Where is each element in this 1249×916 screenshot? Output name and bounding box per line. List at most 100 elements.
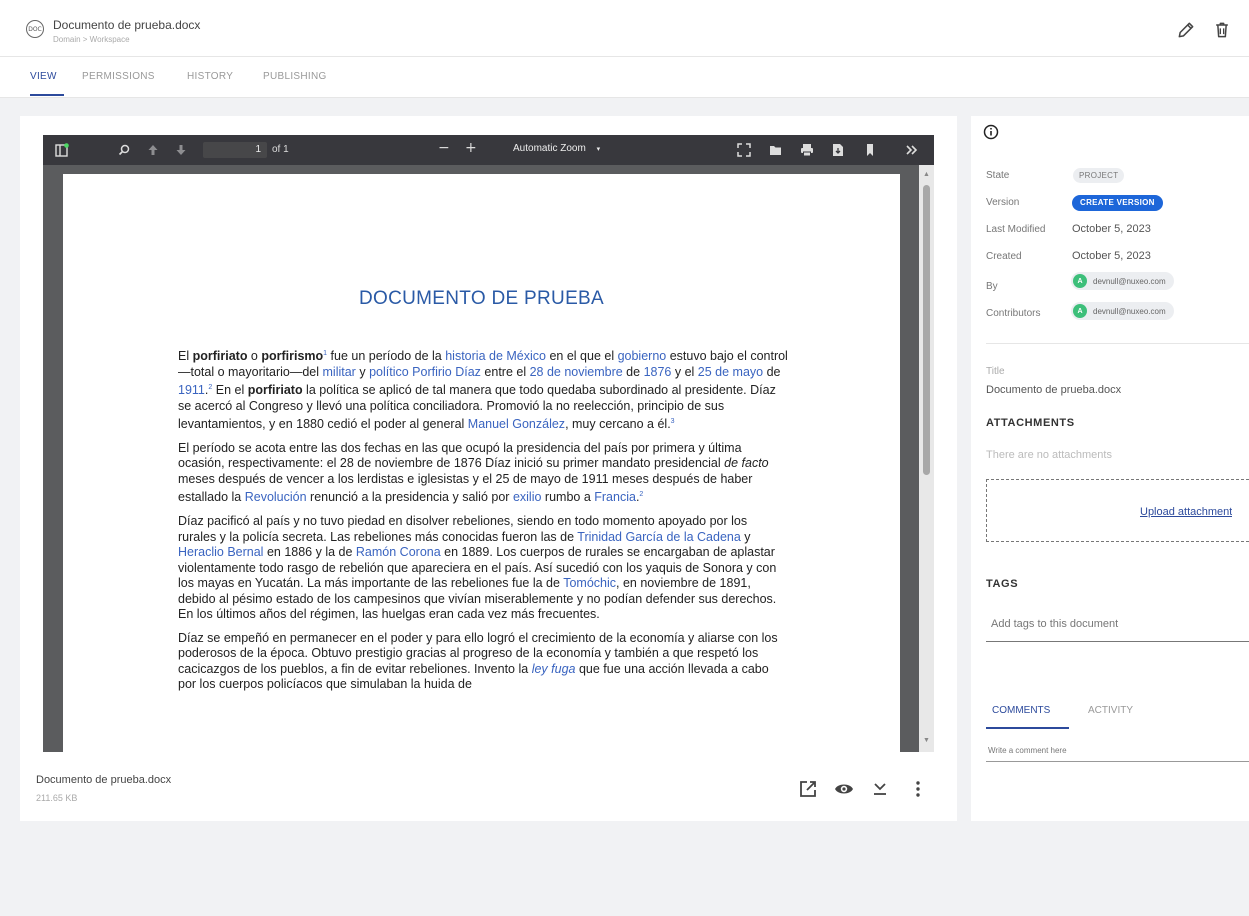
text-run: o (247, 349, 262, 364)
scroll-thumb[interactable] (923, 185, 930, 475)
document-link[interactable]: 1876 (644, 365, 672, 379)
tab-permissions[interactable]: PERMISSIONS (82, 71, 155, 82)
bookmark-icon[interactable] (863, 143, 877, 157)
document-link[interactable]: Revolución (245, 491, 307, 505)
no-attachments-text: There are no attachments (986, 449, 1112, 461)
document-type-icon: DOC (26, 20, 44, 38)
text-run: de facto (724, 456, 769, 471)
text-run: y (740, 529, 751, 544)
create-version-button[interactable]: CREATE VERSION (1072, 195, 1163, 211)
tags-input[interactable]: Add tags to this document (986, 606, 1249, 642)
pdf-viewer: 1 of 1 − + Automatic Zoom ▾ DOCUMENTO DE… (43, 135, 934, 752)
pdf-toolbar: 1 of 1 − + Automatic Zoom ▾ (43, 135, 934, 165)
zoom-in-button[interactable]: + (465, 140, 477, 156)
text-run: en el que el (545, 349, 618, 364)
paragraph-2: El período se acota entre las dos fechas… (178, 441, 788, 506)
page-number-input[interactable]: 1 (203, 142, 267, 158)
document-link[interactable]: historia de México (445, 349, 546, 363)
scroll-up-icon[interactable]: ▲ (923, 171, 930, 178)
text-run: de (622, 364, 644, 379)
file-name: Documento de prueba.docx (36, 774, 172, 786)
pencil-icon[interactable] (1176, 20, 1196, 40)
text-run: porfirismo (261, 349, 324, 364)
active-tab-indicator (30, 94, 64, 96)
document-link[interactable]: 28 de noviembre (530, 365, 623, 379)
text-run: entre el (480, 364, 530, 379)
state-label: State (986, 170, 1010, 181)
text-run: rumbo a (541, 490, 595, 505)
comment-input[interactable]: Write a comment here (986, 746, 1249, 762)
contributor-chip[interactable]: A devnull@nuxeo.com (1071, 302, 1174, 320)
trash-icon[interactable] (1212, 20, 1232, 40)
print-icon[interactable] (800, 143, 814, 157)
next-page-icon[interactable] (175, 144, 187, 156)
contributors-label: Contributors (986, 308, 1041, 319)
document-link[interactable]: político (369, 365, 409, 379)
text-run: y el (671, 364, 698, 379)
zoom-out-button[interactable]: − (438, 140, 450, 156)
document-link[interactable]: Heraclio Bernal (178, 545, 263, 559)
tab-history[interactable]: HISTORY (187, 71, 233, 82)
text-run: porfiriato (247, 383, 303, 398)
open-file-icon[interactable] (769, 143, 783, 157)
eye-icon[interactable] (834, 779, 854, 799)
zoom-select[interactable]: Automatic Zoom ▾ (513, 143, 600, 154)
document-link[interactable]: Trinidad García de la Cadena (577, 530, 741, 544)
pdf-scrollbar[interactable]: ▲ ▼ (919, 165, 934, 752)
text-run: de (763, 364, 781, 379)
author-chip[interactable]: A devnull@nuxeo.com (1071, 272, 1174, 290)
paragraph-1: El porfiriato o porfirismo1 fue un perío… (178, 346, 788, 433)
document-link[interactable]: Manuel González (468, 417, 565, 431)
created-label: Created (986, 251, 1022, 262)
page-count: of 1 (272, 144, 289, 155)
presentation-mode-icon[interactable] (737, 143, 751, 157)
chevron-down-icon: ▾ (596, 146, 601, 153)
document-heading: DOCUMENTO DE PRUEBA (359, 288, 604, 309)
paragraph-3: Díaz pacificó al país y no tuvo piedad e… (178, 514, 788, 623)
document-tabs: VIEW PERMISSIONS HISTORY PUBLISHING (0, 57, 1249, 98)
text-run: y (355, 364, 370, 379)
document-link[interactable]: gobierno (618, 349, 667, 363)
footnote-ref[interactable]: 3 (671, 418, 675, 425)
text-run: El período se acota entre las dos fechas… (178, 440, 742, 471)
tab-comments[interactable]: COMMENTS (992, 705, 1050, 716)
paragraph-4: Díaz se empeñó en permanecer en el poder… (178, 631, 788, 693)
document-link[interactable]: 25 de mayo (698, 365, 763, 379)
contributor-email: devnull@nuxeo.com (1093, 306, 1166, 316)
tab-publishing[interactable]: PUBLISHING (263, 71, 327, 82)
search-icon[interactable] (118, 144, 130, 156)
document-link[interactable]: 1911 (178, 383, 205, 397)
file-size: 211.65 KB (36, 793, 78, 803)
divider (986, 343, 1249, 344)
scroll-down-icon[interactable]: ▼ (923, 737, 930, 744)
sidebar-toggle-icon[interactable] (55, 143, 69, 157)
tab-activity[interactable]: ACTIVITY (1088, 705, 1133, 716)
breadcrumb[interactable]: Domain > Workspace (53, 35, 130, 44)
document-link[interactable]: exilio (513, 491, 542, 505)
document-link[interactable]: Francia (594, 491, 636, 505)
info-icon (983, 124, 999, 140)
zoom-select-value: Automatic Zoom (513, 143, 586, 154)
title-label: Title (986, 366, 1005, 377)
download-file-icon[interactable] (831, 143, 845, 157)
document-link[interactable]: Ramón Corona (356, 545, 441, 559)
tools-menu-icon[interactable] (905, 143, 919, 157)
previous-page-icon[interactable] (147, 144, 159, 156)
document-link[interactable]: militar (323, 365, 356, 379)
document-link[interactable]: Tomóchic (563, 576, 616, 590)
document-body: El porfiriato o porfirismo1 fue un perío… (178, 346, 788, 701)
document-header: DOC Documento de prueba.docx Domain > Wo… (0, 0, 1249, 57)
avatar: A (1073, 274, 1087, 288)
document-link[interactable]: ley fuga (532, 662, 576, 676)
tab-view[interactable]: VIEW (30, 71, 57, 82)
pdf-page: DOCUMENTO DE PRUEBA El porfiriato o porf… (63, 174, 900, 752)
download-icon[interactable] (870, 779, 890, 799)
footnote-ref[interactable]: 2 (639, 491, 643, 498)
upload-attachment-link[interactable]: Upload attachment (1140, 506, 1232, 518)
document-title: Documento de prueba.docx (53, 18, 201, 32)
document-link[interactable]: Porfirio Díaz (412, 365, 481, 379)
tags-heading: TAGS (986, 578, 1019, 590)
version-label: Version (986, 197, 1020, 208)
more-vert-icon[interactable] (908, 779, 928, 799)
open-in-new-icon[interactable] (798, 779, 818, 799)
